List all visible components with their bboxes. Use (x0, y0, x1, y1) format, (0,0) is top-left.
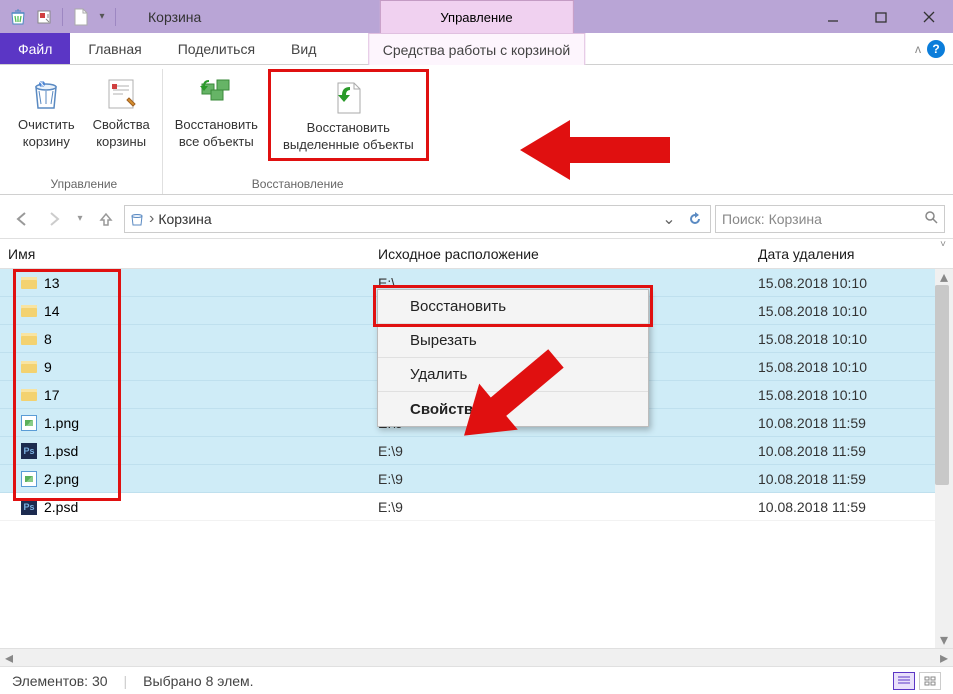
file-location: E:\9 (370, 499, 750, 515)
help-icon[interactable]: ? (927, 40, 945, 58)
photoshop-icon: Ps (20, 442, 38, 460)
properties-icon[interactable] (32, 5, 56, 29)
window-title: Корзина (148, 9, 201, 25)
icons-view-button[interactable] (919, 672, 941, 690)
restore-selected-button[interactable]: Восстановить выделенные объекты (268, 69, 429, 161)
recycle-bin-icon (129, 211, 145, 227)
photoshop-icon: Ps (20, 498, 38, 516)
file-name: 2.psd (44, 499, 78, 515)
table-row[interactable]: 2.png E:\910.08.2018 11:59 (0, 465, 953, 493)
restore-all-label: Восстановить все объекты (175, 117, 258, 151)
file-date-deleted: 10.08.2018 11:59 (750, 471, 953, 487)
tab-share[interactable]: Поделиться (160, 33, 273, 64)
file-name: 13 (44, 275, 60, 291)
ribbon-group-manage: Очистить корзину Свойства корзины Управл… (6, 69, 163, 194)
scroll-down-icon[interactable]: ▾ (935, 632, 953, 648)
properties-icon (100, 73, 142, 115)
annotation-arrow-icon (440, 327, 580, 467)
file-name: 17 (44, 387, 60, 403)
restore-selected-icon (327, 76, 369, 118)
column-date-deleted[interactable]: Дата удаления (750, 239, 953, 268)
search-box[interactable]: Поиск: Корзина (715, 205, 945, 233)
file-name: 8 (44, 331, 52, 347)
restore-all-icon (195, 73, 237, 115)
file-list: Восстановить Вырезать Удалить Свойства 1… (0, 269, 953, 648)
details-view-button[interactable] (893, 672, 915, 690)
ribbon-tabs: Файл Главная Поделиться Вид Средства раб… (0, 33, 953, 65)
horizontal-scrollbar[interactable]: ◂ ▸ (0, 648, 953, 666)
file-date-deleted: 10.08.2018 11:59 (750, 415, 953, 431)
ribbon: Очистить корзину Свойства корзины Управл… (0, 65, 953, 195)
file-date-deleted: 15.08.2018 10:10 (750, 387, 953, 403)
recycle-bin-icon[interactable] (6, 5, 30, 29)
back-button[interactable] (8, 205, 36, 233)
collapse-ribbon-icon[interactable]: ʌ (915, 42, 921, 56)
status-item-count: Элементов: 30 (12, 673, 108, 689)
search-icon[interactable] (924, 210, 938, 227)
recent-dropdown[interactable]: ▾ (72, 205, 88, 233)
ctx-restore[interactable]: Восстановить (378, 290, 648, 324)
image-icon (20, 414, 38, 432)
tab-home[interactable]: Главная (70, 33, 159, 64)
maximize-button[interactable] (857, 0, 905, 33)
tab-file[interactable]: Файл (0, 33, 70, 64)
minimize-button[interactable] (809, 0, 857, 33)
column-location[interactable]: Исходное расположение (370, 239, 750, 268)
tab-view[interactable]: Вид (273, 33, 334, 64)
column-headers: Имя Исходное расположение Дата удаления (0, 239, 953, 269)
forward-button[interactable] (40, 205, 68, 233)
up-button[interactable] (92, 205, 120, 233)
status-bar: Элементов: 30 | Выбрано 8 элем. (0, 666, 953, 694)
scroll-left-icon[interactable]: ◂ (0, 650, 18, 666)
table-row[interactable]: Ps 2.psd E:\910.08.2018 11:59 (0, 493, 953, 521)
file-name: 9 (44, 359, 52, 375)
breadcrumb-item[interactable]: Корзина (158, 211, 211, 227)
folder-icon (20, 274, 38, 292)
dropdown-icon[interactable]: ▾ (95, 5, 109, 29)
group-manage-label: Управление (50, 174, 117, 194)
folder-icon (20, 302, 38, 320)
folder-icon (20, 386, 38, 404)
refresh-icon[interactable] (684, 212, 706, 226)
scroll-right-icon[interactable]: ▸ (935, 650, 953, 666)
column-name[interactable]: Имя (0, 239, 370, 268)
restore-all-button[interactable]: Восстановить все объекты (167, 69, 266, 155)
empty-recycle-label: Очистить корзину (18, 117, 75, 151)
bin-properties-button[interactable]: Свойства корзины (85, 69, 158, 155)
file-name: 2.png (44, 471, 79, 487)
bin-properties-label: Свойства корзины (93, 117, 150, 151)
file-location: E:\9 (370, 471, 750, 487)
empty-bin-icon (25, 73, 67, 115)
status-selected-count: Выбрано 8 элем. (143, 673, 253, 689)
file-date-deleted: 15.08.2018 10:10 (750, 275, 953, 291)
image-icon (20, 470, 38, 488)
vertical-scrollbar[interactable]: ▴ ▾ (935, 269, 953, 648)
annotation-arrow-icon (520, 115, 670, 185)
tab-recycle-tools[interactable]: Средства работы с корзиной (368, 33, 586, 65)
folder-icon (20, 330, 38, 348)
file-date-deleted: 15.08.2018 10:10 (750, 331, 953, 347)
titlebar: ▾ Корзина Управление (0, 0, 953, 33)
file-date-deleted: 10.08.2018 11:59 (750, 499, 953, 515)
file-date-deleted: 10.08.2018 11:59 (750, 443, 953, 459)
close-button[interactable] (905, 0, 953, 33)
ribbon-group-restore: Восстановить все объекты Восстановить вы… (163, 69, 433, 194)
file-name: 14 (44, 303, 60, 319)
search-placeholder: Поиск: Корзина (722, 211, 822, 227)
folder-icon (20, 358, 38, 376)
context-title-tab: Управление (379, 0, 573, 33)
file-name: 1.psd (44, 443, 78, 459)
address-dropdown-icon[interactable]: ⌄ (658, 209, 680, 229)
file-name: 1.png (44, 415, 79, 431)
restore-selected-label: Восстановить выделенные объекты (283, 120, 414, 154)
scroll-up-icon[interactable]: ▴ (935, 269, 953, 285)
file-date-deleted: 15.08.2018 10:10 (750, 359, 953, 375)
empty-recycle-button[interactable]: Очистить корзину (10, 69, 83, 155)
navigation-bar: ▾ › Корзина ⌄ Поиск: Корзина (0, 199, 953, 239)
address-bar[interactable]: › Корзина ⌄ (124, 205, 711, 233)
blank-doc-icon[interactable] (69, 5, 93, 29)
file-date-deleted: 15.08.2018 10:10 (750, 303, 953, 319)
group-restore-label: Восстановление (252, 174, 344, 194)
